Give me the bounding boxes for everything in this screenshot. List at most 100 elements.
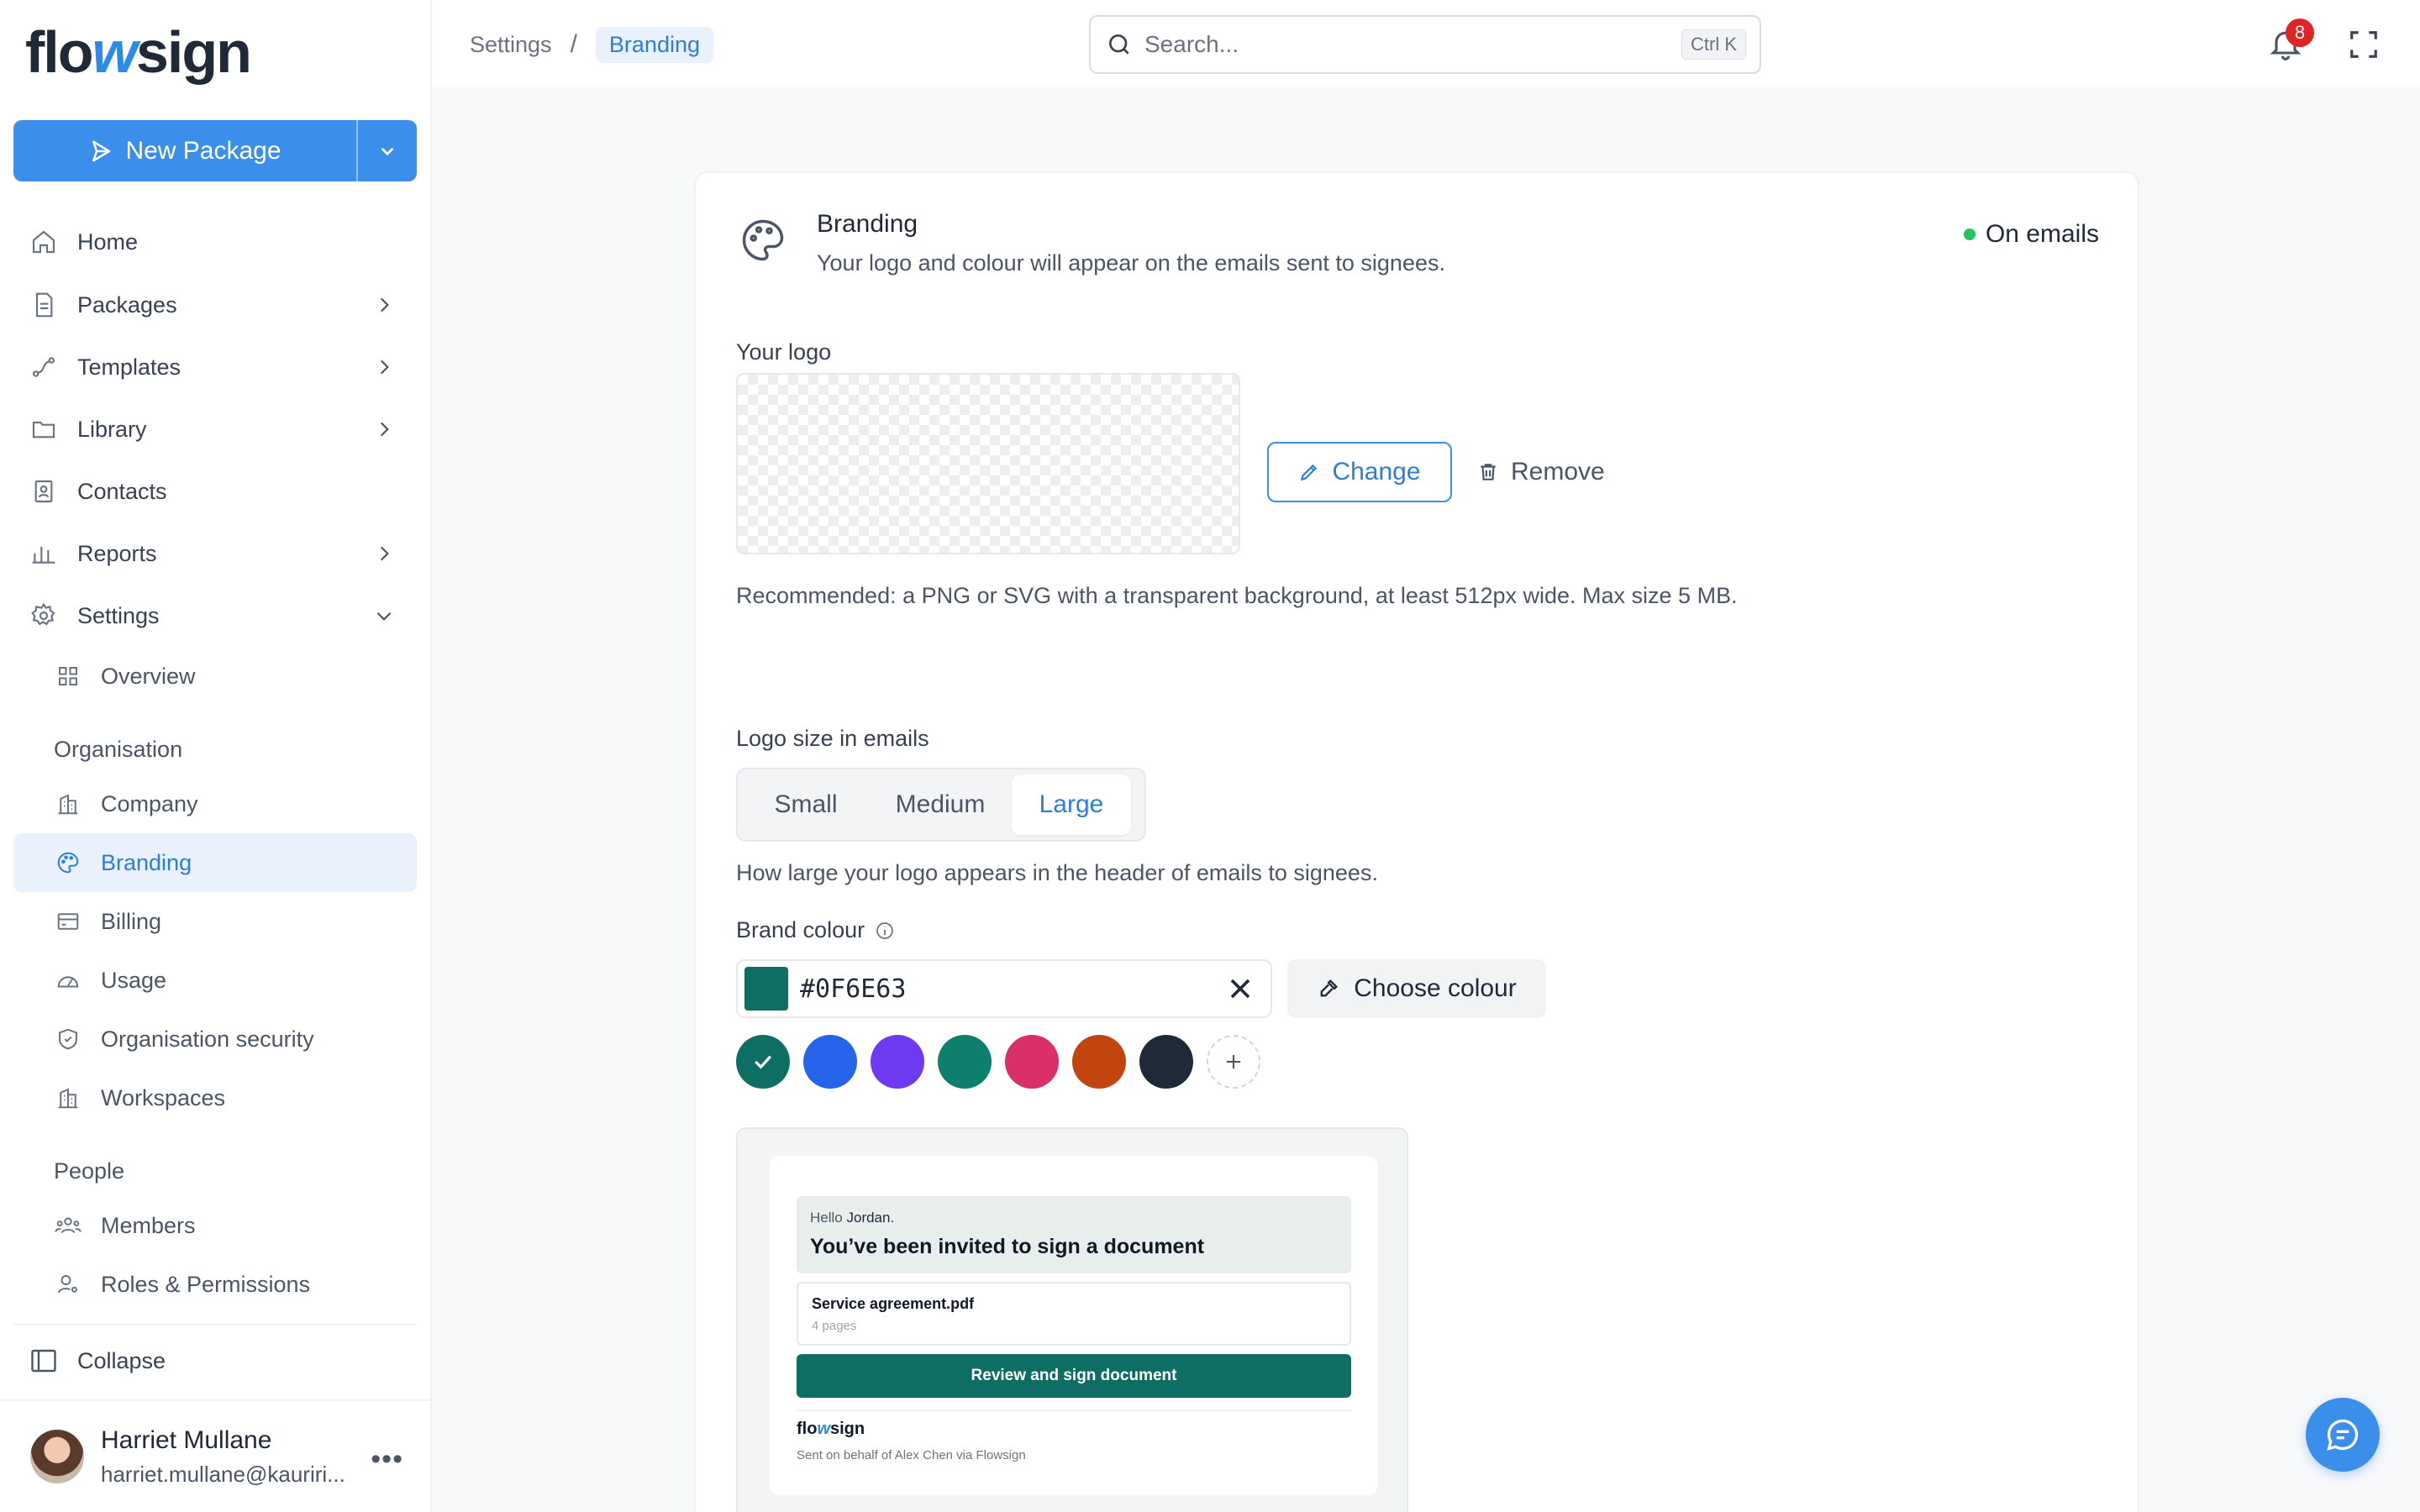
sidebar-item-reports[interactable]: Reports bbox=[13, 522, 417, 585]
grid-icon bbox=[54, 662, 82, 690]
info-icon[interactable] bbox=[875, 921, 895, 941]
sidebar-item-overview[interactable]: Overview bbox=[13, 647, 417, 706]
search-input[interactable] bbox=[1144, 31, 1681, 58]
more-options-icon[interactable]: ••• bbox=[371, 1443, 403, 1476]
building-icon bbox=[54, 790, 82, 818]
chevron-right-icon bbox=[380, 297, 389, 312]
search-icon bbox=[1109, 34, 1129, 55]
brand-colour-label: Brand colour bbox=[736, 917, 895, 943]
size-option-large[interactable]: Large bbox=[1012, 774, 1131, 835]
search-shortcut: Ctrl K bbox=[1681, 29, 1746, 60]
sidebar: flo w sign New Package Home Packages Templ… bbox=[0, 0, 432, 1512]
choose-colour-button[interactable]: Choose colour bbox=[1287, 959, 1546, 1018]
close-icon[interactable] bbox=[1223, 972, 1257, 1005]
logo-hint: Recommended: a PNG or SVG with a transpa… bbox=[736, 583, 1738, 608]
eyedropper-icon bbox=[1320, 979, 1339, 997]
logo-size-hint: How large your logo appears in the heade… bbox=[736, 860, 1378, 885]
colour-hex-value[interactable]: #0F6E63 bbox=[800, 974, 1223, 1004]
chat-icon bbox=[2327, 1419, 2359, 1451]
plus-icon bbox=[1226, 1054, 1241, 1069]
email-sent-by: Sent on behalf of Alex Chen via Flowsign bbox=[797, 1448, 1026, 1462]
user-profile[interactable]: Harriet Mullane harriet.mullane@kauriri.… bbox=[0, 1399, 432, 1512]
check-icon bbox=[755, 1055, 771, 1069]
brand-colour-field[interactable]: #0F6E63 bbox=[736, 959, 1272, 1018]
swatch-teal-selected[interactable] bbox=[736, 1035, 790, 1089]
home-icon bbox=[29, 227, 59, 257]
breadcrumb-separator: / bbox=[570, 30, 577, 58]
logo-label: Your logo bbox=[736, 339, 832, 365]
sidebar-item-organisation-security[interactable]: Organisation security bbox=[13, 1010, 417, 1068]
sidebar-item-roles-permissions[interactable]: Roles & Permissions bbox=[13, 1255, 417, 1314]
user-name: Harriet Mullane bbox=[101, 1425, 272, 1454]
bar-chart-icon bbox=[29, 538, 59, 569]
sidebar-item-templates[interactable]: Templates bbox=[13, 336, 417, 398]
collapse-sidebar-button[interactable]: Collapse bbox=[13, 1324, 417, 1396]
new-package-button[interactable]: New Package bbox=[13, 120, 356, 181]
swatch-navy[interactable] bbox=[1139, 1035, 1193, 1089]
attachment-name: Service agreement.pdf bbox=[812, 1295, 975, 1312]
route-icon bbox=[29, 352, 59, 382]
trash-icon bbox=[1481, 464, 1496, 480]
new-package-button-group: New Package bbox=[13, 120, 417, 181]
folder-icon bbox=[29, 414, 59, 444]
sidebar-item-home[interactable]: Home bbox=[13, 210, 417, 274]
breadcrumb-branding: Branding bbox=[595, 26, 713, 63]
palette-icon bbox=[54, 848, 82, 877]
swatch-violet[interactable] bbox=[871, 1035, 924, 1089]
change-logo-button[interactable]: Change bbox=[1267, 442, 1452, 502]
swatch-orange[interactable] bbox=[1072, 1035, 1126, 1089]
chevron-right-icon bbox=[380, 422, 389, 437]
sidebar-item-library[interactable]: Library bbox=[13, 398, 417, 460]
sidebar-item-usage[interactable]: Usage bbox=[13, 951, 417, 1010]
search-box[interactable]: Ctrl K bbox=[1089, 15, 1761, 74]
chevron-down-icon bbox=[381, 147, 394, 155]
logo-size-label: Logo size in emails bbox=[736, 726, 929, 751]
user-email: harriet.mullane@kauriri... bbox=[101, 1461, 345, 1487]
sidebar-item-billing[interactable]: Billing bbox=[13, 892, 417, 951]
attachment-pages: 4 pages bbox=[812, 1319, 857, 1333]
sidebar-item-contacts[interactable]: Contacts bbox=[13, 460, 417, 522]
logo-upload-area[interactable] bbox=[736, 373, 1240, 554]
building-icon bbox=[54, 1084, 82, 1112]
card-subtitle: Your logo and colour will appear on the … bbox=[817, 250, 1445, 276]
sidebar-item-workspaces[interactable]: Workspaces bbox=[13, 1068, 417, 1127]
sidebar-item-packages[interactable]: Packages bbox=[13, 274, 417, 336]
sidebar-item-branding[interactable]: Branding bbox=[13, 833, 417, 892]
palette-icon bbox=[742, 219, 784, 261]
logo-size-segmented-control: Small Medium Large bbox=[736, 768, 1146, 842]
gear-icon bbox=[29, 601, 59, 631]
avatar bbox=[30, 1430, 84, 1483]
app-logo[interactable]: flo w sign bbox=[25, 18, 252, 86]
notification-badge: 8 bbox=[2286, 18, 2314, 47]
sidebar-item-company[interactable]: Company bbox=[13, 774, 417, 833]
swatch-blue[interactable] bbox=[803, 1035, 857, 1089]
sidebar-item-members[interactable]: Members bbox=[13, 1196, 417, 1255]
users-icon bbox=[54, 1211, 82, 1240]
swatch-pink[interactable] bbox=[1005, 1035, 1059, 1089]
gauge-icon bbox=[54, 966, 82, 995]
group-label-organisation: Organisation bbox=[54, 737, 183, 762]
sidebar-item-settings[interactable]: Settings bbox=[13, 585, 417, 647]
shield-icon bbox=[54, 1025, 82, 1053]
email-preview-header: Hello Jordan. You’ve been invited to sig… bbox=[797, 1196, 1351, 1273]
branding-card: Branding Your logo and colour will appea… bbox=[694, 171, 2139, 1512]
chevron-right-icon bbox=[380, 546, 389, 561]
sidebar-nav: Home Packages Templates Library Contacts… bbox=[13, 210, 417, 1314]
status-badge: On emails bbox=[1963, 220, 2099, 249]
remove-logo-button[interactable]: Remove bbox=[1477, 442, 1605, 502]
fullscreen-icon[interactable] bbox=[2348, 29, 2380, 60]
card-title: Branding bbox=[817, 210, 918, 238]
email-title: You’ve been invited to sign a document bbox=[810, 1235, 1205, 1258]
size-option-medium[interactable]: Medium bbox=[869, 774, 1012, 835]
swatch-green[interactable] bbox=[938, 1035, 992, 1089]
email-cta-button: Review and sign document bbox=[797, 1354, 1351, 1398]
add-swatch-button[interactable] bbox=[1207, 1035, 1260, 1089]
chat-button[interactable] bbox=[2306, 1398, 2380, 1472]
group-label-people: People bbox=[54, 1158, 125, 1184]
email-logo: flowsign bbox=[797, 1420, 865, 1438]
breadcrumb-settings[interactable]: Settings bbox=[470, 32, 552, 58]
size-option-small[interactable]: Small bbox=[743, 774, 869, 835]
email-greeting: Hello Jordan. bbox=[810, 1210, 895, 1226]
new-package-dropdown-button[interactable] bbox=[356, 120, 417, 181]
pencil-icon bbox=[1301, 464, 1318, 481]
